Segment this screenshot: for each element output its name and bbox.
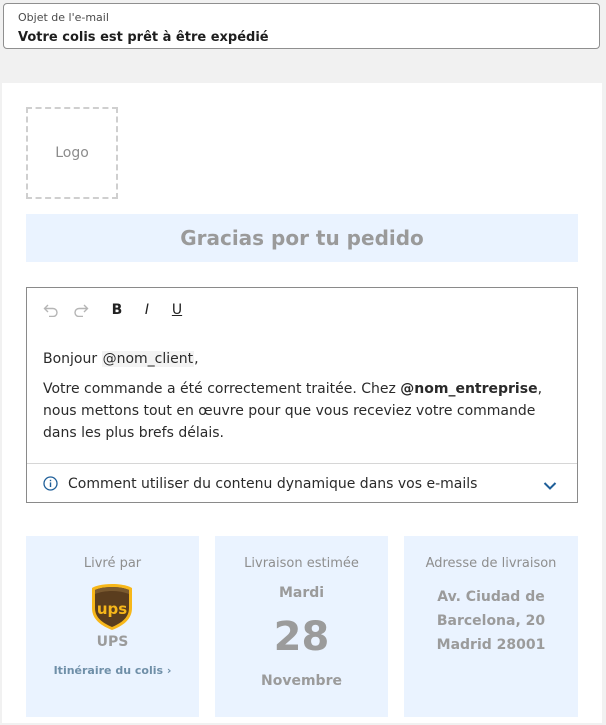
- svg-text:ups: ups: [97, 600, 127, 618]
- rich-text-editor[interactable]: B I U Bonjour @nom_client, Votre command…: [26, 287, 578, 503]
- address-line-2: Barcelona, 20: [436, 613, 546, 629]
- delivery-address-card: Adresse de livraison Av. Ciudad de Barce…: [404, 536, 578, 717]
- address-line-3: Madrid 28001: [436, 637, 546, 653]
- tracking-link[interactable]: Itinéraire du colis ›: [26, 664, 199, 677]
- greeting-suffix: ,: [194, 351, 199, 367]
- paragraph-prefix: Votre commande a été correctement traité…: [43, 381, 401, 397]
- underline-button[interactable]: U: [167, 300, 187, 320]
- delivery-address: Av. Ciudad de Barcelona, 20 Madrid 28001: [404, 585, 578, 657]
- ups-logo-icon: ups: [90, 583, 134, 635]
- delivery-date-card: Livraison estimée Mardi 28 Novembre: [215, 536, 388, 717]
- delivery-card-title: Livraison estimée: [244, 556, 359, 571]
- editor-toolbar: B I U: [41, 300, 197, 320]
- email-subject-field[interactable]: Objet de l'e-mail Votre colis est prêt à…: [3, 3, 600, 49]
- undo-icon[interactable]: [41, 300, 61, 320]
- delivery-month: Novembre: [261, 673, 342, 689]
- email-banner: Gracias por tu pedido: [26, 214, 578, 262]
- logo-placeholder-label: Logo: [55, 145, 89, 161]
- redo-icon[interactable]: [71, 300, 91, 320]
- italic-button[interactable]: I: [137, 300, 157, 320]
- address-line-1: Av. Ciudad de: [437, 589, 545, 605]
- shipping-info-cards: Livré par ups UPS Itinéraire du colis › …: [26, 536, 578, 717]
- email-subject-input[interactable]: Votre colis est prêt à être expédié: [18, 30, 269, 45]
- email-preview: Logo Gracias por tu pedido B I U Bonjour…: [2, 83, 602, 723]
- logo-placeholder[interactable]: Logo: [26, 107, 118, 199]
- client-name-variable: @nom_client: [101, 351, 195, 367]
- bold-button[interactable]: B: [107, 300, 127, 320]
- help-text: Comment utiliser du contenu dynamique da…: [68, 475, 478, 492]
- email-subject-label: Objet de l'e-mail: [18, 11, 109, 24]
- carrier-card-title: Livré par: [83, 556, 142, 571]
- chevron-down-icon[interactable]: [543, 476, 557, 495]
- greeting-line: Bonjour @nom_client,: [43, 348, 563, 370]
- dynamic-content-help[interactable]: Comment utiliser du contenu dynamique da…: [27, 463, 577, 503]
- company-name-variable: @nom_entreprise: [400, 381, 538, 397]
- address-card-title: Adresse de livraison: [425, 556, 557, 571]
- delivery-day-number: 28: [273, 614, 330, 660]
- banner-title: Gracias por tu pedido: [180, 226, 424, 250]
- body-paragraph: Votre commande a été correctement traité…: [43, 378, 563, 444]
- carrier-name: UPS: [96, 634, 129, 650]
- carrier-card: Livré par ups UPS Itinéraire du colis ›: [26, 536, 199, 717]
- greeting-prefix: Bonjour: [43, 351, 102, 367]
- editor-content[interactable]: Bonjour @nom_client, Votre commande a ét…: [43, 348, 563, 452]
- info-icon: [43, 476, 58, 491]
- delivery-day-name: Mardi: [278, 585, 325, 601]
